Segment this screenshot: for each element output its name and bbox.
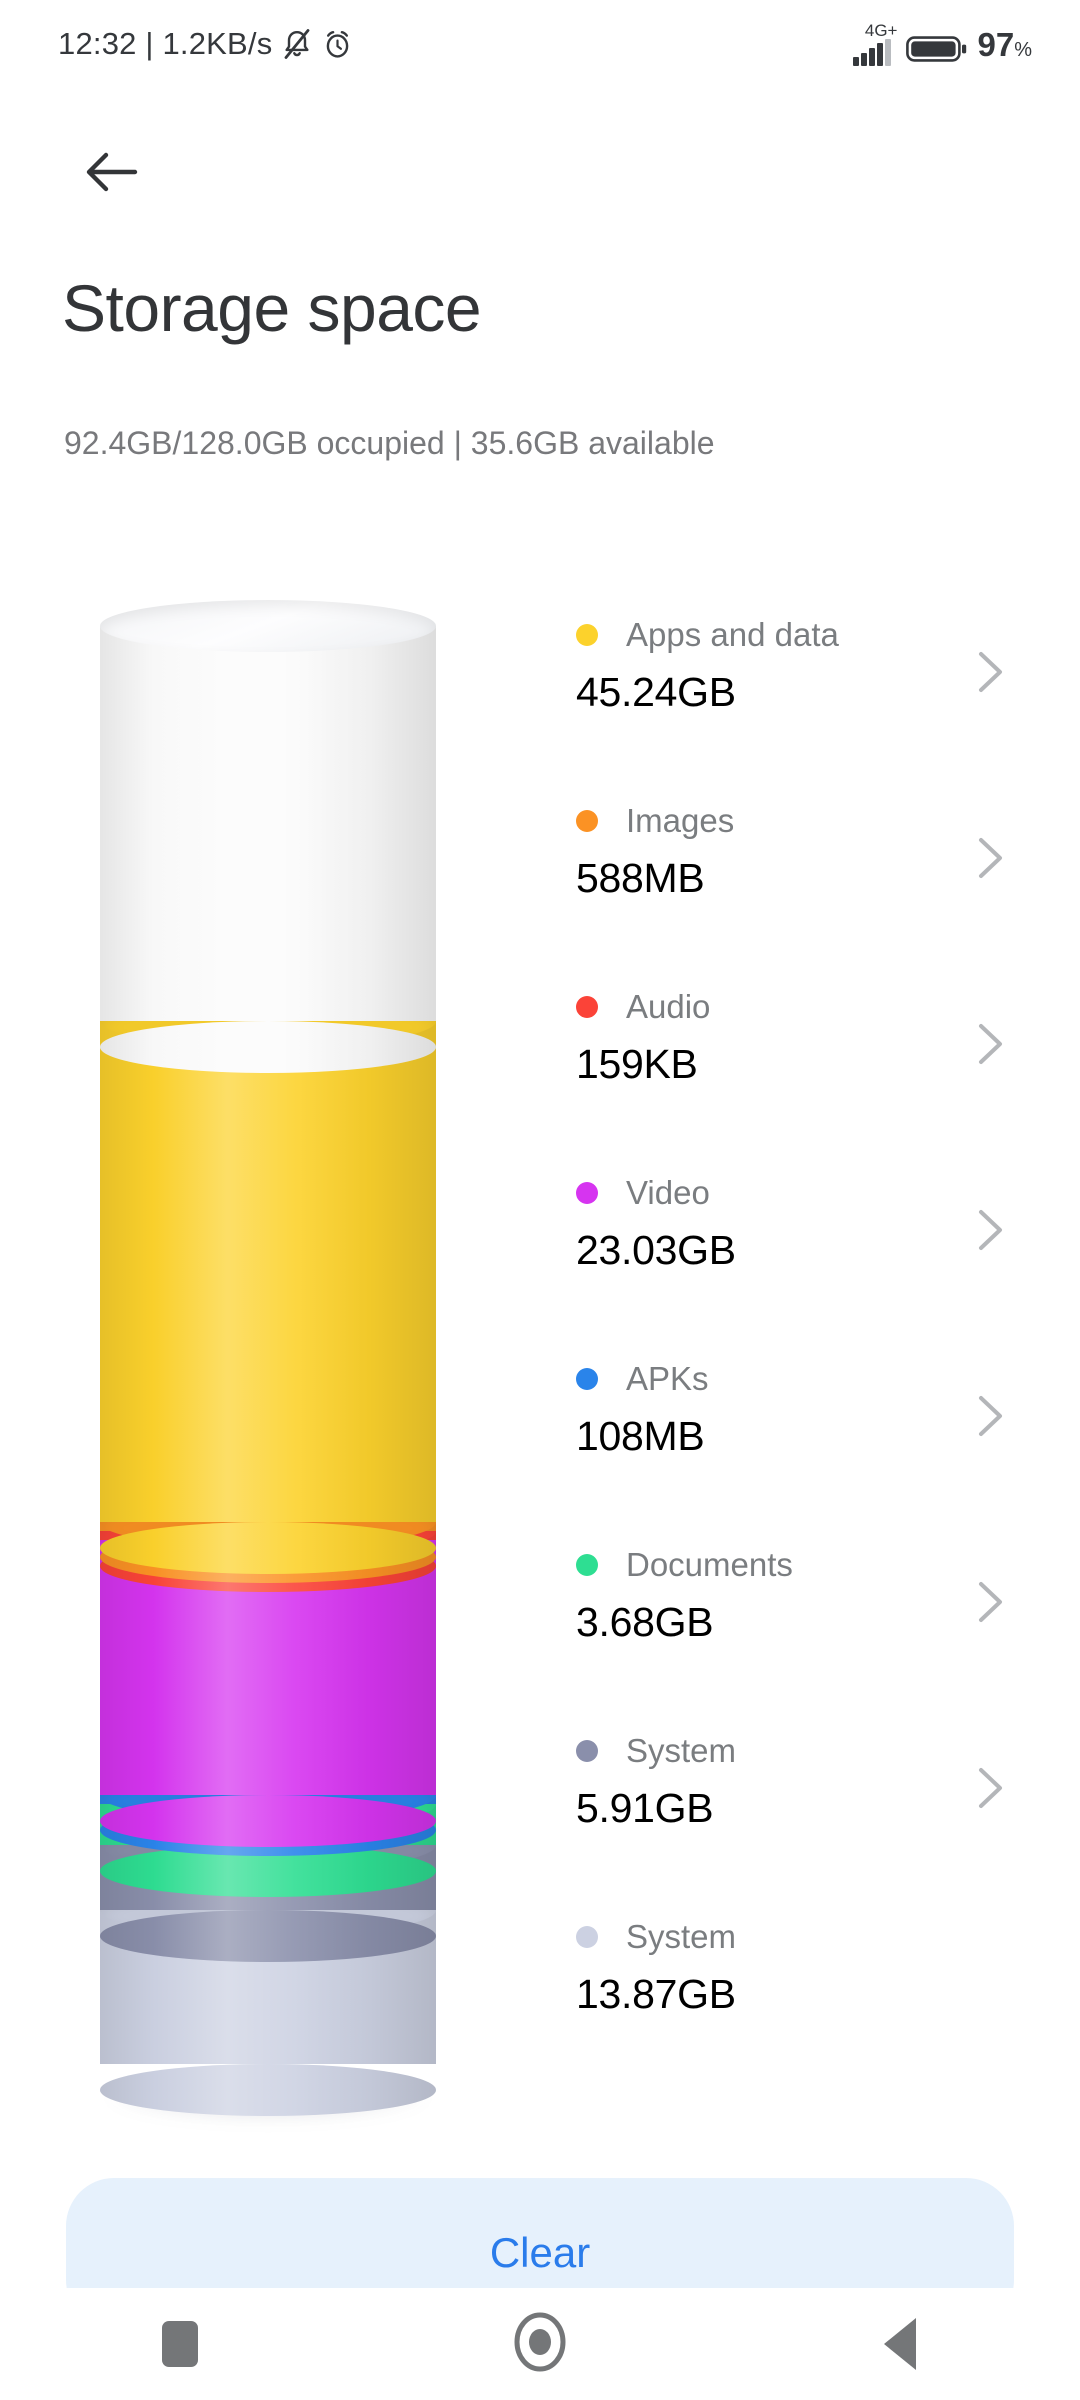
segment-bottom-cap: [100, 2063, 436, 2116]
category-size-value: 13.87GB: [576, 1971, 736, 2017]
category-color-dot: [576, 1926, 598, 1948]
chevron-right-icon[interactable]: [974, 1578, 1008, 1626]
system-navigation-bar: [0, 2288, 1080, 2400]
chevron-right-icon[interactable]: [974, 1392, 1008, 1440]
category-label: Audio: [626, 988, 711, 1025]
page-title: Storage space: [62, 271, 482, 345]
storage-cylinder-chart: [100, 600, 436, 2124]
status-bar-left: 12:32 | 1.2KB/s: [58, 26, 353, 62]
category-label: Video: [626, 1174, 710, 1211]
segment-bottom-cap: [100, 1910, 436, 1963]
category-size-value: 45.24GB: [576, 669, 736, 715]
category-header: System: [576, 1902, 1032, 1956]
segment-bottom-cap: [100, 1795, 436, 1848]
storage-category-row[interactable]: Documents 3.68GB: [576, 1530, 1032, 1716]
category-size-value: 108MB: [576, 1413, 705, 1459]
segment-bottom-cap-shading: [100, 2063, 436, 2116]
storage-category-row[interactable]: Apps and data 45.24GB: [576, 600, 1032, 786]
signal-bar-5: [884, 38, 891, 66]
category-size-value: 5.91GB: [576, 1785, 714, 1831]
category-header: System: [576, 1716, 1032, 1770]
segment-bottom-cap-shading: [100, 1522, 436, 1575]
battery-level-value: 97: [977, 25, 1015, 63]
triangle-back-icon: [884, 2318, 916, 2370]
storage-category-row[interactable]: Images 588MB: [576, 786, 1032, 972]
signal-bar-1: [852, 56, 859, 66]
segment-shading: [100, 1020, 436, 1523]
category-color-dot: [576, 810, 598, 832]
arrow-left-icon: [83, 149, 141, 200]
cylinder-segment-apps-and-data: [100, 994, 436, 1575]
home-button[interactable]: [450, 2288, 630, 2400]
category-label: Documents: [626, 1546, 793, 1583]
segment-body: [100, 1020, 436, 1523]
category-color-dot: [576, 1554, 598, 1576]
category-label: System: [626, 1918, 737, 1955]
status-bar-right: 4G+ 97%: [852, 20, 1032, 67]
storage-category-row[interactable]: System 5.91GB: [576, 1716, 1032, 1902]
category-label: Images: [626, 802, 735, 839]
category-header: Documents: [576, 1530, 1032, 1584]
category-size-value: 3.68GB: [576, 1599, 714, 1645]
status-clock: 12:32 | 1.2KB/s: [58, 26, 273, 61]
cylinder-segment-free: [100, 600, 436, 1073]
segment-bottom-cap: [100, 1522, 436, 1575]
signal-bar-4: [876, 42, 883, 66]
storage-summary-text: 92.4GB/128.0GB occupied | 35.6GB availab…: [64, 425, 715, 461]
category-color-dot: [576, 1368, 598, 1390]
storage-category-row[interactable]: Audio 159KB: [576, 972, 1032, 1158]
category-color-dot: [576, 1740, 598, 1762]
segment-bottom-cap: [100, 1020, 436, 1073]
back-nav-button[interactable]: [810, 2288, 990, 2400]
segment-shading: [100, 626, 436, 1021]
signal-bar-2: [860, 52, 867, 66]
signal-bars-icon: [852, 38, 891, 66]
segment-top-cap: [100, 600, 436, 652]
storage-category-list: Apps and data 45.24GB Images 588MB Audio 159K…: [576, 600, 1032, 2088]
recents-button[interactable]: [90, 2288, 270, 2400]
chevron-right-icon[interactable]: [974, 1020, 1008, 1068]
chevron-right-icon[interactable]: [974, 648, 1008, 696]
battery-percent-sign: %: [1014, 38, 1032, 61]
category-color-dot: [576, 996, 598, 1018]
segment-bottom-cap-shading: [100, 1910, 436, 1963]
storage-category-row[interactable]: APKs 108MB: [576, 1344, 1032, 1530]
category-header: Video: [576, 1158, 1032, 1212]
segment-bottom-cap-shading: [100, 1020, 436, 1073]
category-size-value: 159KB: [576, 1041, 698, 1087]
segment-bottom-cap-shading: [100, 1795, 436, 1848]
signal-bar-3: [868, 47, 875, 66]
chevron-right-icon[interactable]: [974, 834, 1008, 882]
category-size-value: 588MB: [576, 855, 705, 901]
chevron-right-icon[interactable]: [974, 1206, 1008, 1254]
storage-category-row[interactable]: Video 23.03GB: [576, 1158, 1032, 1344]
network-indicator: 4G+: [852, 20, 898, 66]
storage-category-row: System 13.87GB: [576, 1902, 1032, 2088]
category-label: System: [626, 1732, 737, 1769]
clear-button-label: Clear: [489, 2229, 591, 2276]
category-header: Apps and data: [576, 600, 1032, 654]
battery-percentage: 97%: [977, 28, 1032, 67]
battery-icon: [906, 33, 968, 65]
category-header: APKs: [576, 1344, 1032, 1398]
category-header: Audio: [576, 972, 1032, 1026]
back-button[interactable]: [66, 128, 158, 220]
category-color-dot: [576, 624, 598, 646]
chevron-right-icon[interactable]: [974, 1764, 1008, 1812]
category-label: Apps and data: [626, 616, 839, 653]
status-bar: 12:32 | 1.2KB/s 4G+ 97%: [0, 0, 1080, 88]
category-header: Images: [576, 786, 1032, 840]
category-color-dot: [576, 1182, 598, 1204]
category-label: APKs: [626, 1360, 709, 1397]
network-type-label: 4G+: [864, 20, 898, 40]
category-size-value: 23.03GB: [576, 1227, 736, 1273]
segment-body: [100, 626, 436, 1021]
alarm-clock-icon: [322, 28, 353, 60]
square-recents-icon: [162, 2321, 198, 2367]
circle-home-icon: [512, 2310, 568, 2379]
storage-space-screen: 12:32 | 1.2KB/s 4G+ 97% Storage space 92…: [0, 0, 1080, 2400]
bell-muted-icon: [282, 28, 312, 60]
